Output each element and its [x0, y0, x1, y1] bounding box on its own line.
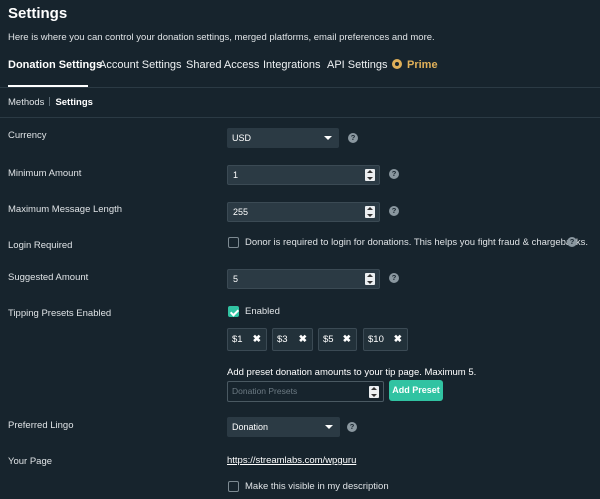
login-required-text: Donor is required to login for donations… — [245, 237, 589, 248]
minimum-amount-input[interactable]: 1 — [227, 165, 380, 185]
currency-select[interactable]: USD — [227, 128, 339, 148]
subnav-separator — [49, 97, 51, 106]
stepper-icon[interactable] — [369, 386, 379, 398]
max-message-length-value: 255 — [233, 207, 249, 217]
help-icon[interactable]: ? — [389, 206, 399, 216]
tipping-presets-label: Tipping Presets Enabled — [8, 308, 112, 319]
prime-icon — [392, 59, 402, 69]
preset-chip-value: $5 — [323, 334, 334, 345]
login-required-label: Login Required — [8, 240, 73, 251]
suggested-amount-label: Suggested Amount — [8, 272, 89, 283]
currency-label: Currency — [8, 130, 47, 141]
add-preset-button[interactable]: Add Preset — [389, 380, 443, 401]
visible-in-description-checkbox[interactable] — [228, 481, 239, 492]
tab-prime-label: Prime — [407, 59, 438, 71]
suggested-amount-input[interactable]: 5 — [227, 269, 380, 289]
preset-chip-value: $1 — [232, 334, 243, 345]
preferred-lingo-value: Donation — [232, 422, 269, 432]
max-message-length-input[interactable]: 255 — [227, 202, 380, 222]
stepper-icon[interactable] — [365, 273, 375, 285]
presets-help-text: Add preset donation amounts to your tip … — [227, 367, 477, 378]
tipping-presets-enabled-text: Enabled — [245, 306, 280, 317]
donation-presets-placeholder: Donation Presets — [232, 386, 298, 396]
help-icon[interactable]: ? — [389, 169, 399, 179]
minimum-amount-value: 1 — [233, 170, 239, 180]
tab-prime[interactable]: Prime — [392, 59, 438, 71]
preset-chip: $3 ✖ — [272, 328, 313, 351]
visible-in-description-text: Make this visible in my description — [245, 481, 389, 492]
login-required-checkbox[interactable] — [228, 237, 239, 248]
preset-chip: $5 ✖ — [318, 328, 357, 351]
close-icon[interactable]: ✖ — [299, 329, 307, 350]
stepper-icon[interactable] — [365, 169, 375, 181]
donation-presets-input[interactable]: Donation Presets — [227, 381, 384, 402]
help-icon[interactable]: ? — [348, 133, 358, 143]
help-icon[interactable]: ? — [389, 273, 399, 283]
suggested-amount-value: 5 — [233, 274, 239, 284]
tab-donation-settings[interactable]: Donation Settings — [8, 59, 102, 71]
active-tab-indicator — [8, 85, 88, 87]
tab-account-settings[interactable]: Account Settings — [99, 59, 182, 71]
settings-subnav: Methods Settings — [8, 97, 93, 108]
minimum-amount-label: Minimum Amount — [8, 168, 82, 179]
preset-chip: $1 ✖ — [227, 328, 267, 351]
page-subtitle: Here is where you can control your donat… — [8, 32, 435, 43]
preset-chip-value: $3 — [277, 334, 288, 345]
max-message-length-label: Maximum Message Length — [8, 204, 123, 215]
close-icon[interactable]: ✖ — [343, 329, 351, 350]
tab-integrations[interactable]: Integrations — [263, 59, 320, 71]
preset-chip: $10 ✖ — [363, 328, 408, 351]
your-page-link[interactable]: https://streamlabs.com/wpguru — [227, 455, 356, 466]
settings-tabs: Donation Settings Account Settings Share… — [0, 59, 600, 88]
currency-value: USD — [232, 133, 252, 143]
subnav-divider — [0, 117, 600, 118]
page-title: Settings — [8, 5, 68, 22]
your-page-label: Your Page — [8, 456, 53, 467]
subnav-methods[interactable]: Methods — [8, 97, 44, 108]
close-icon[interactable]: ✖ — [394, 329, 402, 350]
stepper-icon[interactable] — [365, 206, 375, 218]
close-icon[interactable]: ✖ — [253, 329, 261, 350]
preferred-lingo-label: Preferred Lingo — [8, 420, 74, 431]
help-icon[interactable]: ? — [347, 422, 357, 432]
tipping-presets-checkbox[interactable] — [228, 306, 239, 317]
chevron-down-icon — [324, 136, 332, 140]
help-icon[interactable]: ? — [567, 237, 577, 247]
tab-api-settings[interactable]: API Settings — [327, 59, 388, 71]
preset-chip-value: $10 — [368, 334, 384, 345]
tab-shared-access[interactable]: Shared Access — [186, 59, 259, 71]
subnav-settings[interactable]: Settings — [55, 97, 92, 108]
chevron-down-icon — [325, 425, 333, 429]
preferred-lingo-select[interactable]: Donation — [227, 417, 340, 437]
